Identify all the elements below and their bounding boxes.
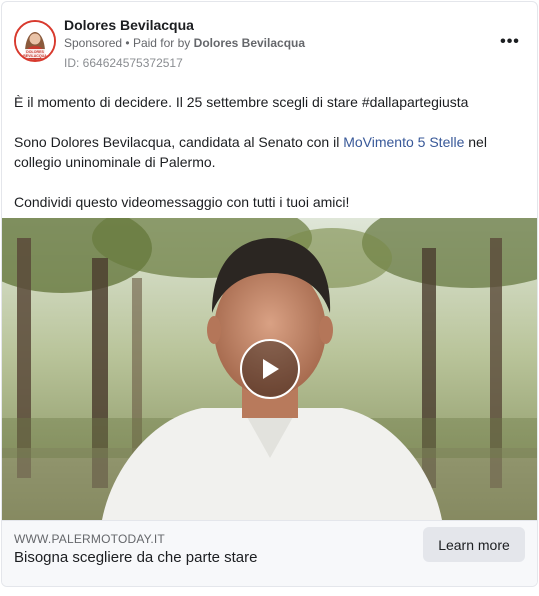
ad-card: DOLORES BEVILACQUA Dolores Bevilacqua Sp… <box>1 1 538 587</box>
movimento-5-stelle-link[interactable]: MoVimento 5 Stelle <box>343 134 464 150</box>
sponsored-label: Sponsored <box>64 36 123 50</box>
paid-for-prefix: Paid for by <box>132 36 191 50</box>
advertiser-avatar[interactable]: DOLORES BEVILACQUA <box>14 20 56 62</box>
play-icon <box>263 359 279 379</box>
link-preview-footer[interactable]: WWW.PALERMOTODAY.IT Bisogna scegliere da… <box>2 520 537 586</box>
sponsored-line: Sponsored • Paid for by Dolores Bevilacq… <box>64 36 305 50</box>
paid-for-name: Dolores Bevilacqua <box>193 36 306 50</box>
avatar-image: DOLORES BEVILACQUA <box>16 22 54 60</box>
ad-id: ID: 664624575372517 <box>64 56 183 70</box>
body-line-3: Condividi questo videomessaggio con tutt… <box>14 194 350 210</box>
video-player[interactable] <box>2 218 537 520</box>
separator-dot: • <box>125 36 130 50</box>
more-options-button[interactable]: ••• <box>499 32 521 52</box>
body-line-2-start: Sono Dolores Bevilacqua, candidata al Se… <box>14 134 344 150</box>
ad-header: DOLORES BEVILACQUA Dolores Bevilacqua Sp… <box>2 2 537 82</box>
more-horizontal-icon: ••• <box>500 33 520 50</box>
advertiser-name[interactable]: Dolores Bevilacqua <box>64 17 194 33</box>
avatar-text-2: BEVILACQUA <box>23 54 47 58</box>
body-line-1: È il momento di decidere. Il 25 settembr… <box>14 94 469 110</box>
body-line-2: Sono Dolores Bevilacqua, candidata al Se… <box>14 132 526 172</box>
link-domain: WWW.PALERMOTODAY.IT <box>14 532 165 546</box>
learn-more-button[interactable]: Learn more <box>423 527 525 562</box>
play-button[interactable] <box>240 339 300 399</box>
link-headline[interactable]: Bisogna scegliere da che parte stare <box>14 549 257 566</box>
ad-body-text: È il momento di decidere. Il 25 settembr… <box>14 92 526 232</box>
